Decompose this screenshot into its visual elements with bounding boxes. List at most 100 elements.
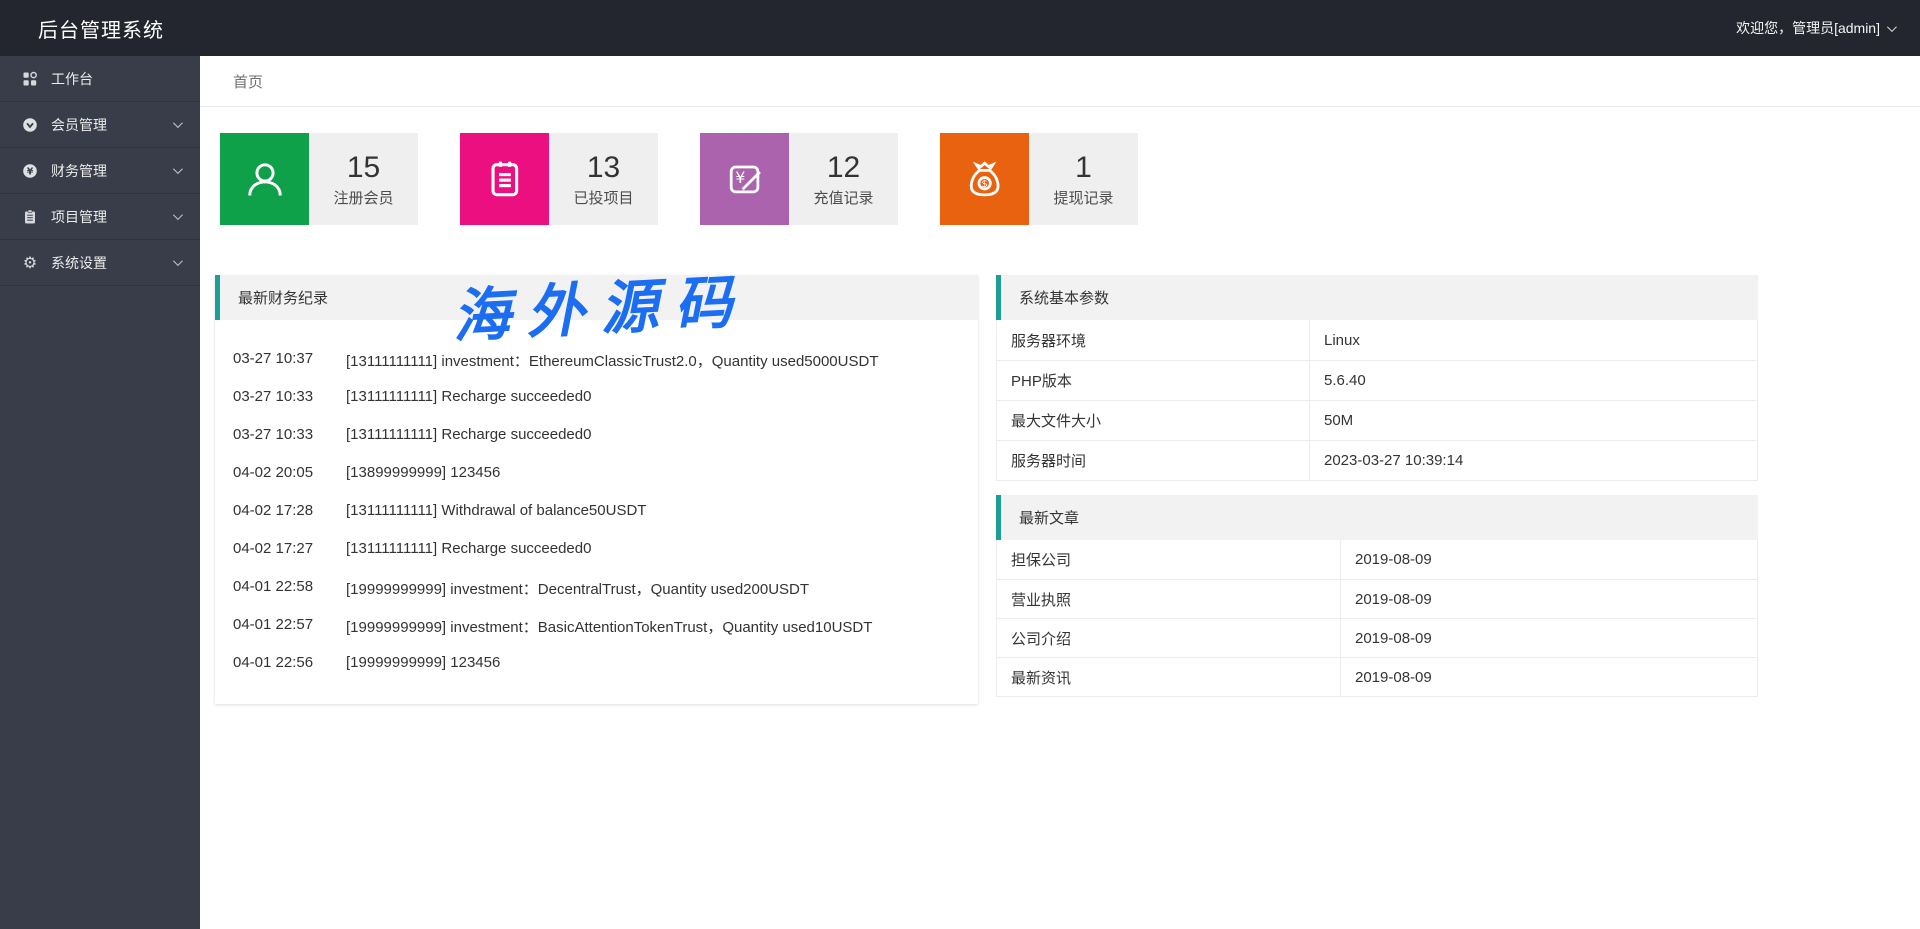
sidebar: 工作台 会员管理 ¥ 财务管理 <box>0 56 200 929</box>
list-item: 03-27 10:37 [13111111111] investment：Eth… <box>233 350 960 388</box>
breadcrumb-home[interactable]: 首页 <box>233 71 263 92</box>
stat-label: 提现记录 <box>1053 187 1113 208</box>
record-text: [19999999999] investment：DecentralTrust，… <box>346 578 809 599</box>
grid-icon <box>20 71 40 87</box>
article-title: 最新资讯 <box>997 667 1340 688</box>
list-item: 04-01 22:56 [19999999999] 123456 <box>233 654 960 692</box>
param-label: 服务器环境 <box>997 330 1309 351</box>
record-time: 04-01 22:57 <box>233 616 330 633</box>
recharge-icon: ¥ <box>700 133 789 225</box>
panel-header: 最新财务纪录 <box>215 275 978 320</box>
user-menu[interactable]: 欢迎您，管理员[admin] <box>1736 18 1920 38</box>
record-text: [19999999999] 123456 <box>346 654 500 671</box>
panel-header: 最新文章 <box>996 495 1758 540</box>
system-params-table: 服务器环境 Linux PHP版本 5.6.40 最大文件大小 50M 服务器时… <box>996 320 1758 481</box>
table-row[interactable]: 最新资讯 2019-08-09 <box>997 657 1757 696</box>
article-date: 2019-08-09 <box>1340 580 1757 618</box>
stat-card-recharge-records[interactable]: ¥ 12 充值记录 <box>700 133 898 225</box>
stat-card-withdrawal-records[interactable]: $ 1 提现记录 <box>940 133 1138 225</box>
sidebar-item-workbench[interactable]: 工作台 <box>0 56 200 102</box>
svg-text:¥: ¥ <box>735 168 745 187</box>
moneybag-icon: $ <box>940 133 1029 225</box>
breadcrumb: 首页 <box>200 56 1920 107</box>
gear-icon: ⚙ <box>20 255 40 271</box>
svg-text:$: $ <box>981 179 987 190</box>
sidebar-item-label: 系统设置 <box>51 253 107 273</box>
member-circle-icon <box>20 117 40 133</box>
stat-card-body: 1 提现记录 <box>1029 133 1138 225</box>
sidebar-item-label: 财务管理 <box>51 161 107 181</box>
param-value: 5.6.40 <box>1309 361 1757 400</box>
chevron-down-icon <box>173 210 183 220</box>
table-row[interactable]: 公司介绍 2019-08-09 <box>997 618 1757 657</box>
list-item: 03-27 10:33 [13111111111] Recharge succe… <box>233 426 960 464</box>
record-text: [13111111111] investment：EthereumClassic… <box>346 350 879 371</box>
param-value: 50M <box>1309 401 1757 440</box>
article-date: 2019-08-09 <box>1340 540 1757 579</box>
page: 后台管理系统 欢迎您，管理员[admin] 工作台 <box>0 0 1920 929</box>
chevron-down-icon <box>1887 22 1897 32</box>
stat-value: 15 <box>347 151 380 184</box>
record-time: 04-02 17:28 <box>233 502 330 519</box>
table-row: 服务器环境 Linux <box>997 320 1757 360</box>
article-title: 公司介绍 <box>997 628 1340 649</box>
list-item: 03-27 10:33 [13111111111] Recharge succe… <box>233 388 960 426</box>
stat-label: 注册会员 <box>333 187 393 208</box>
sidebar-item-label: 工作台 <box>51 69 93 89</box>
param-label: 服务器时间 <box>997 450 1309 471</box>
sidebar-item-settings[interactable]: ⚙ 系统设置 <box>0 240 200 286</box>
stat-value: 12 <box>827 151 860 184</box>
sidebar-item-finance[interactable]: ¥ 财务管理 <box>0 148 200 194</box>
list-item: 04-01 22:58 [19999999999] investment：Dec… <box>233 578 960 616</box>
table-row[interactable]: 担保公司 2019-08-09 <box>997 540 1757 579</box>
latest-articles-panel: 最新文章 担保公司 2019-08-09 营业执照 2019-08-09 公司介… <box>996 495 1758 697</box>
stat-cards: 15 注册会员 13 已投项目 <box>220 133 1138 225</box>
table-row[interactable]: 营业执照 2019-08-09 <box>997 579 1757 618</box>
record-time: 04-02 17:27 <box>233 540 330 557</box>
stat-card-members[interactable]: 15 注册会员 <box>220 133 418 225</box>
chevron-down-icon <box>173 164 183 174</box>
finance-records-list: 03-27 10:37 [13111111111] investment：Eth… <box>215 320 978 692</box>
sidebar-item-label: 会员管理 <box>51 115 107 135</box>
record-text: [19999999999] investment：BasicAttentionT… <box>346 616 872 637</box>
record-time: 03-27 10:33 <box>233 388 330 405</box>
stat-card-invested-projects[interactable]: 13 已投项目 <box>460 133 658 225</box>
table-row: 服务器时间 2023-03-27 10:39:14 <box>997 440 1757 480</box>
table-row: PHP版本 5.6.40 <box>997 360 1757 400</box>
record-time: 04-02 20:05 <box>233 464 330 481</box>
panel-title: 最新财务纪录 <box>238 287 328 308</box>
article-date: 2019-08-09 <box>1340 619 1757 657</box>
welcome-text: 欢迎您，管理员[admin] <box>1736 18 1880 38</box>
article-title: 担保公司 <box>997 549 1340 570</box>
record-time: 03-27 10:33 <box>233 426 330 443</box>
panel-title: 系统基本参数 <box>1019 287 1109 308</box>
stat-label: 充值记录 <box>813 187 873 208</box>
user-icon <box>220 133 309 225</box>
list-item: 04-01 22:57 [19999999999] investment：Bas… <box>233 616 960 654</box>
stat-card-body: 12 充值记录 <box>789 133 898 225</box>
record-text: [13111111111] Recharge succeeded0 <box>346 426 591 443</box>
record-text: [13111111111] Recharge succeeded0 <box>346 388 591 405</box>
list-item: 04-02 17:27 [13111111111] Recharge succe… <box>233 540 960 578</box>
stat-value: 1 <box>1075 151 1092 184</box>
article-date: 2019-08-09 <box>1340 658 1757 696</box>
record-text: [13111111111] Recharge succeeded0 <box>346 540 591 557</box>
param-label: 最大文件大小 <box>997 410 1309 431</box>
stat-label: 已投项目 <box>573 187 633 208</box>
sidebar-item-members[interactable]: 会员管理 <box>0 102 200 148</box>
record-time: 03-27 10:37 <box>233 350 330 367</box>
param-value: Linux <box>1309 320 1757 360</box>
system-params-panel: 系统基本参数 服务器环境 Linux PHP版本 5.6.40 最大文件大小 5… <box>996 275 1758 481</box>
articles-table: 担保公司 2019-08-09 营业执照 2019-08-09 公司介绍 201… <box>996 540 1758 697</box>
svg-text:¥: ¥ <box>27 166 34 177</box>
panel-header: 系统基本参数 <box>996 275 1758 320</box>
record-time: 04-01 22:56 <box>233 654 330 671</box>
sidebar-item-projects[interactable]: 项目管理 <box>0 194 200 240</box>
list-item: 04-02 17:28 [13111111111] Withdrawal of … <box>233 502 960 540</box>
chevron-down-icon <box>173 256 183 266</box>
clipboard-icon <box>20 209 40 225</box>
chevron-down-icon <box>173 118 183 128</box>
notepad-icon <box>460 133 549 225</box>
panel-title: 最新文章 <box>1019 507 1079 528</box>
record-text: [13111111111] Withdrawal of balance50USD… <box>346 502 646 519</box>
